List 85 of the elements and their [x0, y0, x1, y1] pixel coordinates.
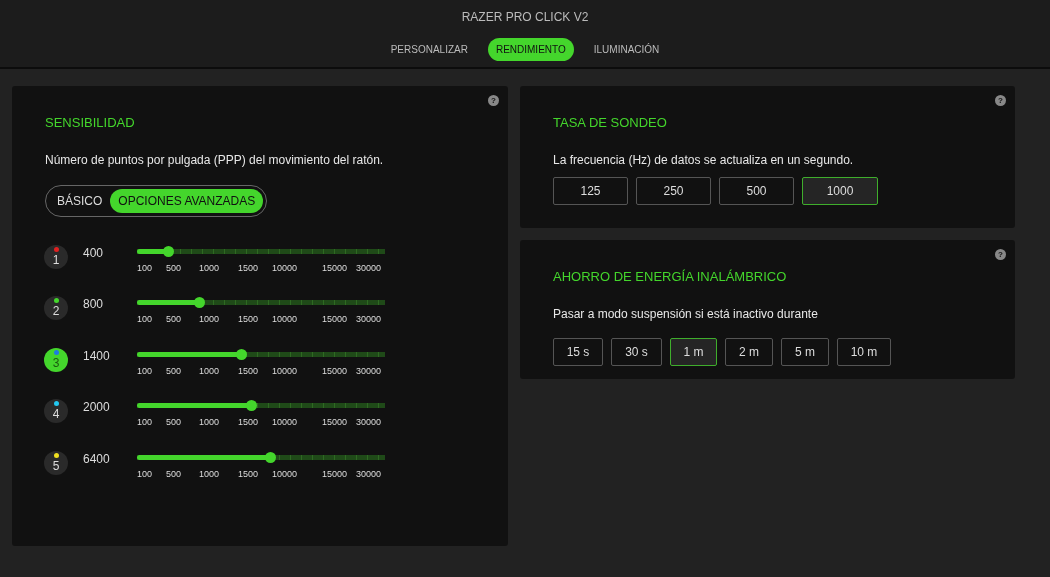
scale-label: 100 — [137, 467, 154, 481]
slider-track[interactable] — [137, 403, 385, 408]
scale-label: 500 — [166, 416, 183, 429]
stage-number: 5 — [51, 459, 61, 473]
option-button[interactable]: 15 s — [553, 337, 603, 366]
option-button[interactable]: 250 — [636, 176, 711, 205]
scale-label: 1000 — [199, 261, 221, 275]
slider-thumb[interactable] — [264, 451, 276, 463]
scale-label: 1500 — [238, 467, 260, 481]
tab[interactable]: PERSONALIZAR — [382, 38, 476, 61]
scale-label: 500 — [166, 364, 183, 378]
scale-label: 10000 — [272, 467, 299, 481]
section-title: SENSIBILIDAD — [45, 114, 136, 132]
slider-thumb[interactable] — [194, 297, 205, 308]
stage-indicator[interactable]: 3 — [44, 347, 68, 372]
dpi-value: 800 — [83, 296, 105, 313]
scale-label: 500 — [166, 261, 183, 275]
scale-label: 30000 — [356, 364, 383, 378]
mode-option[interactable]: BÁSICO — [49, 188, 111, 213]
dpi-value: 2000 — [83, 399, 111, 416]
option-button[interactable]: 500 — [719, 176, 794, 205]
stage-indicator[interactable]: 4 — [44, 399, 68, 423]
slider-track[interactable] — [137, 248, 385, 254]
stage-number: 3 — [51, 356, 61, 370]
stage-indicator[interactable]: 1 — [44, 244, 68, 269]
slider-thumb[interactable] — [236, 348, 248, 360]
description: Número de puntos por pulgada (PPP) del movimiento del ratón. — [45, 151, 385, 169]
scale-label: 30000 — [356, 467, 383, 481]
scale-label: 100 — [137, 313, 154, 326]
scale-label: 10000 — [272, 313, 299, 326]
slider-thumb[interactable] — [163, 245, 174, 257]
section-title: AHORRO DE ENERGÍA INALÁMBRICO — [553, 268, 788, 286]
description: La frecuencia (Hz) de datos se actualiza en un segundo. — [553, 151, 855, 169]
scale-label: 15000 — [322, 364, 349, 378]
scale-label: 1500 — [238, 364, 260, 378]
option-button[interactable]: 1000 — [802, 176, 878, 205]
help-icon[interactable]: ? — [488, 95, 499, 106]
tab[interactable]: RENDIMIENTO — [487, 38, 574, 61]
description: Pasar a modo suspensión si está inactivo durante — [553, 305, 819, 323]
scale-label: 10000 — [272, 416, 299, 429]
scale-label: 10000 — [272, 364, 299, 378]
scale-label: 100 — [137, 416, 154, 429]
mode-option[interactable]: OPCIONES AVANZADAS — [110, 188, 264, 213]
scale-label: 1500 — [238, 261, 260, 275]
option-button[interactable]: 2 m — [725, 337, 773, 366]
scale-label: 500 — [166, 313, 183, 326]
scale-label: 100 — [137, 364, 154, 378]
scale-label: 30000 — [356, 313, 383, 326]
stage-indicator[interactable]: 2 — [44, 296, 68, 320]
option-button[interactable]: 30 s — [611, 337, 662, 366]
scale-label: 15000 — [322, 313, 349, 326]
scale-label: 30000 — [356, 416, 383, 429]
dpi-value: 400 — [83, 244, 105, 262]
window-title: RAZER PRO CLICK V2 — [461, 9, 589, 26]
stage-indicator[interactable]: 5 — [44, 450, 68, 475]
option-button[interactable]: 125 — [553, 176, 628, 205]
scale-label: 100 — [137, 261, 154, 275]
slider-track[interactable] — [137, 454, 385, 460]
dpi-value: 6400 — [83, 450, 111, 468]
stage-number: 1 — [51, 253, 61, 267]
scale-label: 1000 — [199, 467, 221, 481]
option-button[interactable]: 5 m — [781, 337, 829, 366]
slider-thumb[interactable] — [246, 400, 258, 411]
scale-label: 1000 — [199, 416, 221, 429]
dpi-value: 1400 — [83, 347, 111, 365]
scale-label: 1500 — [238, 313, 260, 326]
option-button[interactable]: 1 m — [670, 337, 717, 366]
slider-track[interactable] — [137, 351, 385, 357]
scale-label: 30000 — [356, 261, 383, 275]
scale-label: 1000 — [199, 313, 221, 326]
scale-label: 15000 — [322, 261, 349, 275]
tab[interactable]: ILUMINACIÓN — [585, 38, 668, 61]
help-icon[interactable]: ? — [995, 95, 1006, 106]
scale-label: 15000 — [322, 416, 349, 429]
scale-label: 1000 — [199, 364, 221, 378]
slider-track[interactable] — [137, 300, 385, 305]
section-title: TASA DE SONDEO — [553, 114, 668, 132]
stage-number: 2 — [51, 305, 61, 318]
scale-label: 15000 — [322, 467, 349, 481]
stage-number: 4 — [51, 408, 61, 421]
scale-label: 10000 — [272, 261, 299, 275]
scale-label: 1500 — [238, 416, 260, 429]
help-icon[interactable]: ? — [995, 249, 1006, 260]
scale-label: 500 — [166, 467, 183, 481]
option-button[interactable]: 10 m — [837, 337, 891, 366]
